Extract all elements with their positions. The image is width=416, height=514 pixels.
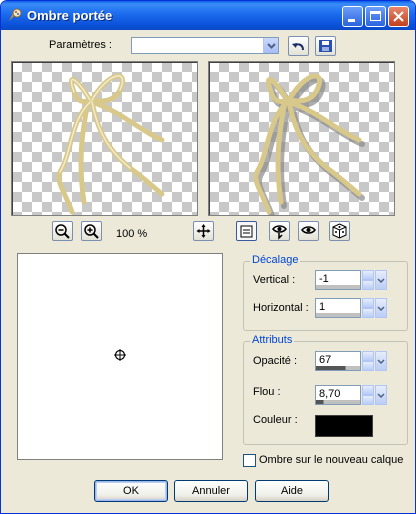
auto-proof-button[interactable]: [269, 221, 290, 241]
presets-dropdown[interactable]: [131, 37, 279, 54]
crosshair-icon[interactable]: [113, 348, 127, 362]
ribbon-bow-image: [56, 73, 165, 215]
horizontal-spinner[interactable]: 1: [315, 298, 387, 318]
undo-preset-button[interactable]: [288, 36, 309, 56]
horizontal-label: Horizontal :: [253, 302, 309, 314]
close-icon: [393, 11, 404, 22]
ok-button[interactable]: OK: [94, 480, 168, 502]
color-label: Couleur :: [253, 414, 298, 426]
blur-slider[interactable]: [316, 400, 360, 404]
horizontal-value: 1: [319, 301, 326, 313]
help-button[interactable]: Aide: [255, 480, 329, 502]
randomize-button[interactable]: [329, 221, 350, 241]
horizontal-slider[interactable]: [316, 313, 360, 317]
dialog-window: Ombre portée Paramètres : 100 % Décalage…: [0, 0, 416, 514]
reset-icon: [301, 226, 316, 234]
attributes-group-title: Attributs: [250, 334, 295, 346]
shadow-direction-area[interactable]: [17, 253, 223, 460]
minimize-icon: [348, 19, 355, 22]
blur-dropdown[interactable]: [375, 385, 387, 405]
cancel-button[interactable]: Annuler: [174, 480, 248, 502]
opacity-label: Opacité :: [253, 355, 298, 367]
blur-value: 8,70: [319, 388, 341, 400]
undo-icon: [292, 43, 304, 51]
chevron-down-icon: [377, 306, 385, 312]
zoom-in-button[interactable]: [81, 221, 102, 241]
new-layer-shadow-checkbox[interactable]: [243, 454, 256, 467]
horizontal-dropdown[interactable]: [375, 298, 387, 318]
vertical-dropdown[interactable]: [375, 270, 387, 290]
maximize-button[interactable]: [365, 6, 386, 27]
maximize-icon: [370, 11, 381, 21]
zoom-in-icon: [84, 224, 99, 239]
presets-dropdown-button[interactable]: [263, 38, 278, 53]
offset-group-title: Décalage: [250, 254, 301, 266]
vertical-slider[interactable]: [316, 285, 360, 289]
vertical-label: Vertical :: [253, 274, 296, 286]
paint-palette-icon: [9, 8, 22, 21]
chevron-down-icon: [377, 393, 385, 399]
opacity-dropdown[interactable]: [375, 351, 387, 371]
minimize-button[interactable]: [342, 6, 363, 27]
zoom-level: 100 %: [116, 228, 148, 240]
result-preview: [208, 61, 395, 216]
chevron-down-icon: [267, 43, 276, 49]
save-preset-button[interactable]: [315, 36, 336, 56]
vertical-value: -1: [319, 273, 329, 285]
shadow-color-swatch[interactable]: [315, 415, 373, 437]
auto-proof-icon: [272, 225, 287, 240]
reset-button[interactable]: [298, 221, 319, 241]
ribbon-bow-shadow-image: [253, 73, 365, 215]
original-preview: [11, 61, 198, 216]
close-button[interactable]: [388, 6, 409, 27]
chevron-down-icon: [377, 359, 385, 365]
horizontal-stepper[interactable]: [362, 298, 374, 318]
save-icon: [319, 40, 332, 52]
new-layer-shadow-label: Ombre sur le nouveau calque: [259, 454, 404, 466]
opacity-spinner[interactable]: 67: [315, 351, 387, 371]
opacity-value: 67: [319, 354, 332, 366]
zoom-out-icon: [55, 224, 70, 239]
opacity-slider[interactable]: [316, 366, 360, 370]
move-icon: [196, 224, 211, 238]
randomize-icon: [332, 223, 347, 239]
move-preview-button[interactable]: [193, 221, 214, 241]
vertical-spinner[interactable]: -1: [315, 270, 387, 290]
blur-spinner[interactable]: 8,70: [315, 385, 387, 405]
presets-label: Paramètres :: [49, 39, 112, 51]
proof-icon: [240, 225, 253, 238]
zoom-out-button[interactable]: [52, 221, 73, 241]
blur-stepper[interactable]: [362, 385, 374, 405]
proof-button[interactable]: [236, 221, 257, 241]
blur-label: Flou :: [253, 386, 281, 398]
opacity-stepper[interactable]: [362, 351, 374, 371]
window-title: Ombre portée: [27, 8, 113, 23]
chevron-down-icon: [377, 278, 385, 284]
title-bar[interactable]: Ombre portée: [1, 1, 415, 30]
vertical-stepper[interactable]: [362, 270, 374, 290]
